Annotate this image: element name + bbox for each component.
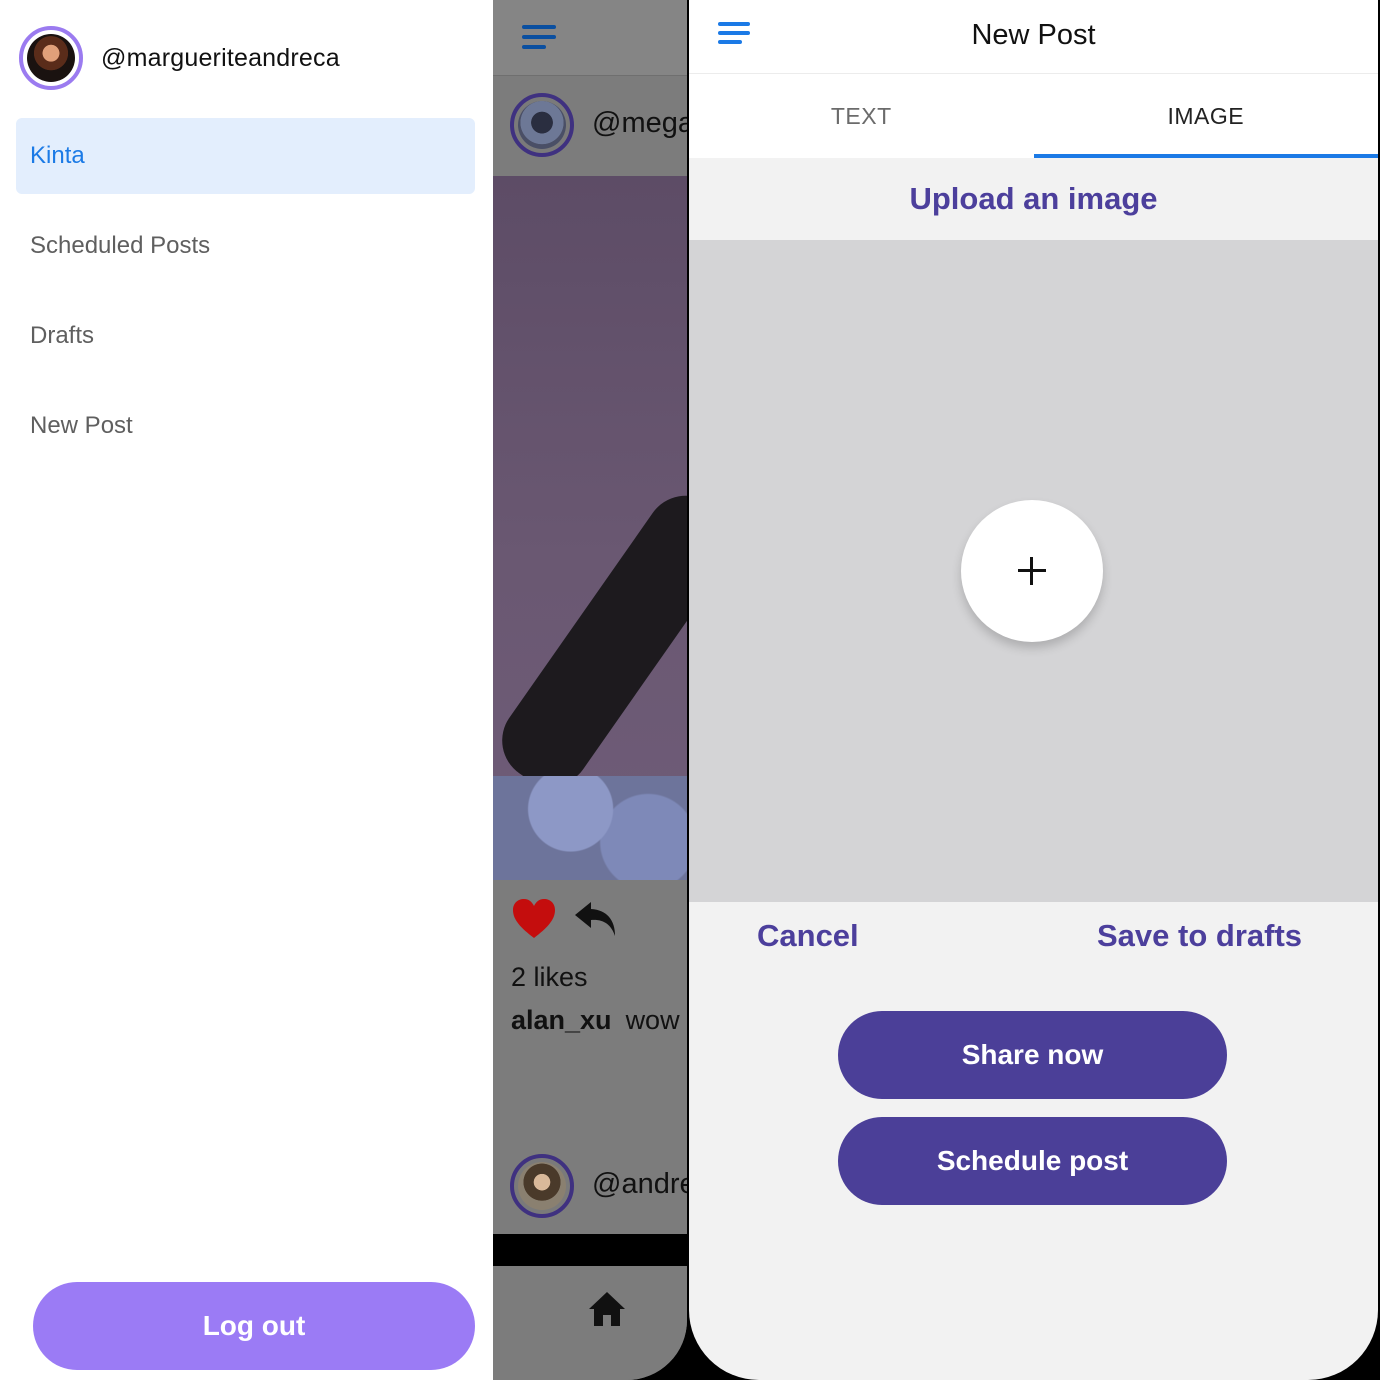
image-upload-area[interactable] <box>689 240 1378 902</box>
drawer-username: @margueriteandreca <box>101 43 340 72</box>
avatar[interactable] <box>510 1154 574 1218</box>
cancel-button[interactable]: Cancel <box>757 918 859 954</box>
feed-header <box>493 0 687 75</box>
navigation-drawer: @margueriteandreca Kinta Scheduled Posts… <box>0 0 493 1380</box>
reply-icon[interactable] <box>573 898 619 940</box>
divider <box>493 1234 687 1266</box>
drawer-item-scheduled-posts[interactable]: Scheduled Posts <box>16 208 475 284</box>
hamburger-icon[interactable] <box>522 25 556 49</box>
drawer-item-label: Drafts <box>30 322 95 349</box>
drawer-menu: Kinta Scheduled Posts Drafts New Post <box>16 118 475 478</box>
logout-button[interactable]: Log out <box>33 1282 475 1370</box>
post-header: @mega <box>493 75 687 175</box>
bottom-tab-bar <box>493 1266 687 1380</box>
avatar[interactable] <box>510 93 574 157</box>
tab-image[interactable]: IMAGE <box>1033 74 1379 158</box>
caption-username[interactable]: alan_xu <box>511 1005 612 1035</box>
home-icon[interactable] <box>587 1290 627 1328</box>
next-post-handle[interactable]: @andre <box>592 1168 687 1201</box>
drawer-item-label: Scheduled Posts <box>30 232 211 259</box>
avatar[interactable] <box>19 26 83 90</box>
heart-icon[interactable] <box>511 898 557 940</box>
post-image <box>493 176 687 880</box>
feed-screen: @mega 2 likes alan_xu wow @andre <box>493 0 687 1380</box>
likes-count: 2 likes <box>511 962 588 992</box>
share-now-button[interactable]: Share now <box>838 1011 1227 1099</box>
tab-text[interactable]: TEXT <box>689 74 1034 158</box>
caption-text: wow <box>625 1005 680 1035</box>
header: New Post <box>689 0 1378 74</box>
save-to-drafts-button[interactable]: Save to drafts <box>1097 918 1302 954</box>
add-image-button[interactable] <box>961 500 1103 642</box>
upload-title: Upload an image <box>909 181 1158 216</box>
drawer-item-label: New Post <box>30 412 133 439</box>
schedule-post-button[interactable]: Schedule post <box>838 1117 1227 1205</box>
post-caption: alan_xu wow <box>511 1005 680 1036</box>
post-handle[interactable]: @mega <box>592 107 687 140</box>
page-title: New Post <box>971 19 1096 51</box>
drawer-item-label: Kinta <box>30 142 85 169</box>
new-post-screen: New Post TEXT IMAGE Upload an image Canc… <box>689 0 1378 1380</box>
post-type-tabs: TEXT IMAGE <box>689 74 1378 158</box>
drawer-item-kinta[interactable]: Kinta <box>16 118 475 194</box>
drawer-item-drafts[interactable]: Drafts <box>16 298 475 374</box>
drawer-profile[interactable]: @margueriteandreca <box>19 26 340 90</box>
plus-icon <box>1018 557 1046 585</box>
drawer-item-new-post[interactable]: New Post <box>16 388 475 464</box>
post-actions <box>511 898 619 940</box>
